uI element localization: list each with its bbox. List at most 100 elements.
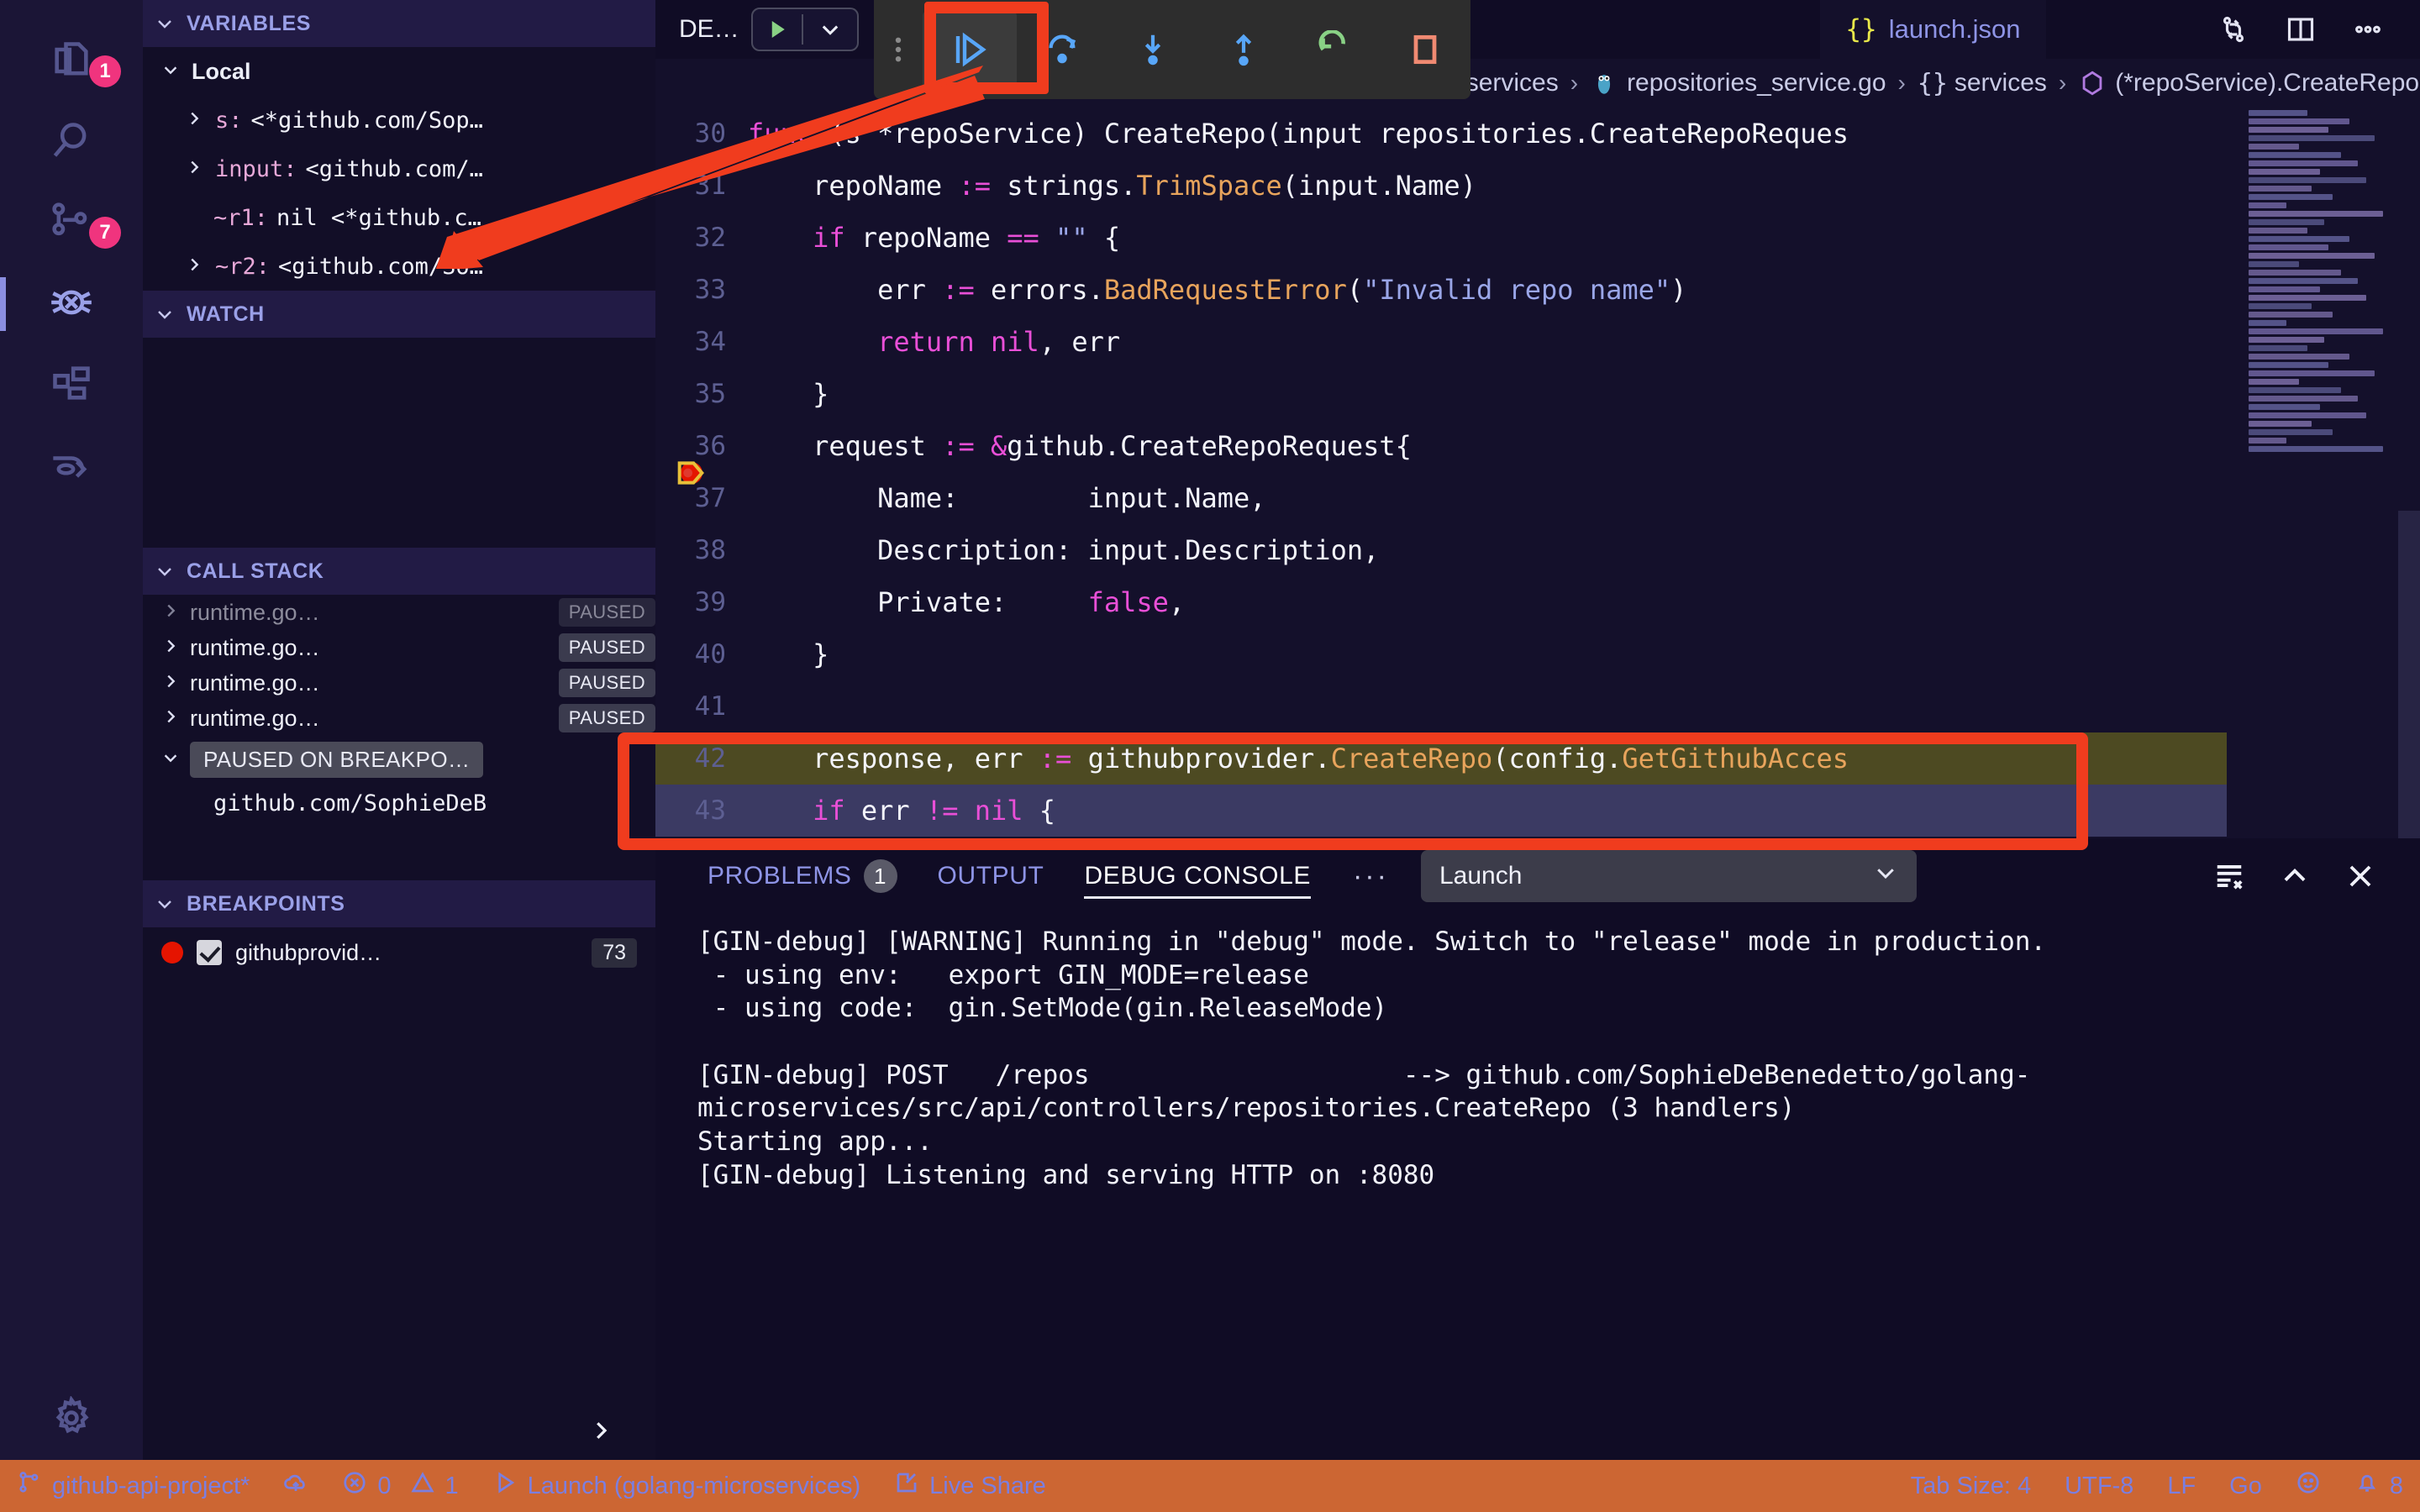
call-stack-section-header[interactable]: CALL STACK [143, 548, 655, 595]
status-tab-size[interactable]: Tab Size: 4 [1894, 1460, 2048, 1512]
debug-step-over-button[interactable] [1017, 30, 1107, 69]
variable-row[interactable]: s: <*github.com/Sop… [143, 96, 655, 144]
breakpoint-checkbox[interactable] [197, 940, 222, 965]
code-line[interactable]: 34 return nil, err [655, 316, 2227, 368]
sidebar-item-source-control[interactable]: 7 [0, 183, 143, 264]
call-stack-row[interactable]: runtime.go… PAUSED [143, 665, 655, 701]
braces-icon: {} [1845, 14, 1876, 45]
code-editor[interactable]: 30func (s *repoService) CreateRepo(input… [655, 108, 2420, 838]
clear-console-button[interactable] [2203, 850, 2255, 902]
play-icon[interactable] [753, 17, 802, 42]
sync-cloud-icon [283, 1470, 308, 1502]
call-stack-paused-group[interactable]: PAUSED ON BREAKPO… [143, 736, 655, 783]
eol-label: LF [2167, 1473, 2196, 1500]
status-problems[interactable]: 0 1 [325, 1460, 475, 1512]
code-line[interactable]: 33 err := errors.BadRequestError("Invali… [655, 264, 2227, 316]
minimap-line [2249, 421, 2312, 427]
tab-debug-console[interactable]: DEBUG CONSOLE [1064, 838, 1331, 914]
sidebar-item-extensions[interactable] [0, 344, 143, 425]
sidebar-item-live-share[interactable] [0, 425, 143, 506]
debug-step-out-button[interactable] [1198, 30, 1289, 69]
drag-handle-icon[interactable] [874, 29, 923, 71]
status-feedback[interactable] [2279, 1460, 2338, 1512]
line-number: 43 [655, 795, 748, 826]
call-stack-frame[interactable]: github.com/SophieDeB [143, 783, 655, 823]
status-encoding[interactable]: UTF-8 [2048, 1460, 2150, 1512]
watch-body[interactable] [143, 338, 655, 548]
close-panel-button[interactable] [2334, 850, 2386, 902]
debug-step-into-button[interactable] [1107, 30, 1198, 69]
variable-row[interactable]: ~r2: <github.com/So… [143, 242, 655, 291]
code-line[interactable]: 40 } [655, 628, 2227, 680]
status-sync[interactable] [266, 1460, 325, 1512]
breadcrumb-item-namespace[interactable]: services [1954, 69, 2047, 97]
live-share-icon [894, 1470, 919, 1502]
breadcrumb-item-method[interactable]: (*repoService).CreateRepo [2115, 69, 2419, 97]
call-stack-row[interactable]: runtime.go… PAUSED [143, 595, 655, 630]
compare-icon [2218, 14, 2249, 45]
expand-sidebar-section-button[interactable] [588, 1418, 622, 1452]
code-line[interactable]: 38 Description: input.Description, [655, 524, 2227, 576]
minimap-slider[interactable] [2398, 511, 2420, 838]
sidebar-item-run-and-debug[interactable] [0, 264, 143, 344]
status-language-mode[interactable]: Go [2212, 1460, 2279, 1512]
variables-scope-local[interactable]: Local [143, 47, 655, 96]
chevron-down-icon[interactable] [803, 18, 857, 41]
debug-stop-button[interactable] [1380, 31, 1470, 68]
code-line[interactable]: 39 Private: false, [655, 576, 2227, 628]
code-line[interactable]: 41 [655, 680, 2227, 732]
debug-restart-button[interactable] [1289, 30, 1380, 69]
code-line[interactable]: 35 } [655, 368, 2227, 420]
step-into-icon [1134, 30, 1172, 69]
tab-problems[interactable]: PROBLEMS 1 [687, 838, 918, 914]
manage-settings-button[interactable] [0, 1379, 143, 1460]
debug-console-output[interactable]: [GIN-debug] [WARNING] Running in "debug"… [655, 914, 2420, 1460]
main-row: 1 7 [0, 0, 2420, 1460]
minimap-line [2249, 169, 2320, 175]
code-line[interactable]: 32 if repoName == "" { [655, 212, 2227, 264]
call-stack-row[interactable]: runtime.go… PAUSED [143, 630, 655, 665]
code-line[interactable]: 43 if err != nil { [655, 785, 2227, 837]
sidebar-item-explorer[interactable]: 1 [0, 22, 143, 102]
explorer-badge: 1 [89, 55, 121, 87]
code-line[interactable]: 36 request := &github.CreateRepoRequest{ [655, 420, 2227, 472]
status-branch[interactable]: github-api-project* [0, 1460, 266, 1512]
sidebar-item-search[interactable] [0, 102, 143, 183]
status-launch-config[interactable]: Launch (golang-microservices) [476, 1460, 878, 1512]
maximize-panel-button[interactable] [2269, 850, 2321, 902]
compare-changes-button[interactable] [2203, 14, 2264, 45]
tab-output[interactable]: OUTPUT [918, 838, 1065, 914]
go-gopher-icon [1590, 69, 1618, 97]
breakpoints-section-header[interactable]: BREAKPOINTS [143, 880, 655, 927]
code-line[interactable]: 37 Name: input.Name, [655, 472, 2227, 524]
debug-continue-button[interactable] [923, 11, 1017, 88]
watch-section-header[interactable]: WATCH [143, 291, 655, 338]
live-share-label: Live Share [929, 1473, 1046, 1500]
minimap-line [2249, 160, 2358, 166]
breakpoint-row[interactable]: githubprovid… 73 [143, 927, 655, 978]
code-line-text: response, err := githubprovider.CreateRe… [748, 743, 1849, 774]
variable-value: <github.com/… [306, 156, 483, 182]
code-line[interactable]: 31 repoName := strings.TrimSpace(input.N… [655, 160, 2227, 212]
variables-section-header[interactable]: VARIABLES [143, 0, 655, 47]
minimap-line [2249, 320, 2286, 326]
breadcrumb-item-services[interactable]: services [1466, 69, 1559, 97]
status-live-share[interactable]: Live Share [877, 1460, 1063, 1512]
call-stack-row[interactable]: runtime.go… PAUSED [143, 701, 655, 736]
minimap[interactable] [2227, 108, 2420, 838]
variable-row[interactable]: ~r1: nil <*github.c… [143, 193, 655, 242]
close-icon [2344, 860, 2376, 892]
status-notifications[interactable]: 8 [2338, 1460, 2420, 1512]
launch-config-select[interactable]: Launch [1421, 850, 1917, 902]
panel-more-tabs-button[interactable]: ··· [1331, 860, 1411, 893]
variable-row[interactable]: input: <github.com/… [143, 144, 655, 193]
variable-value: <*github.com/Sop… [251, 108, 483, 134]
code-line[interactable]: 42 response, err := githubprovider.Creat… [655, 732, 2227, 785]
tab-launch-json[interactable]: {} launch.json [1820, 0, 2045, 59]
breadcrumb-item-file[interactable]: repositories_service.go [1627, 69, 1886, 97]
status-eol[interactable]: LF [2150, 1460, 2212, 1512]
more-actions-button[interactable] [2338, 14, 2398, 45]
split-editor-button[interactable] [2270, 14, 2331, 45]
run-and-debug-control[interactable] [751, 8, 859, 51]
code-line[interactable]: 30func (s *repoService) CreateRepo(input… [655, 108, 2227, 160]
